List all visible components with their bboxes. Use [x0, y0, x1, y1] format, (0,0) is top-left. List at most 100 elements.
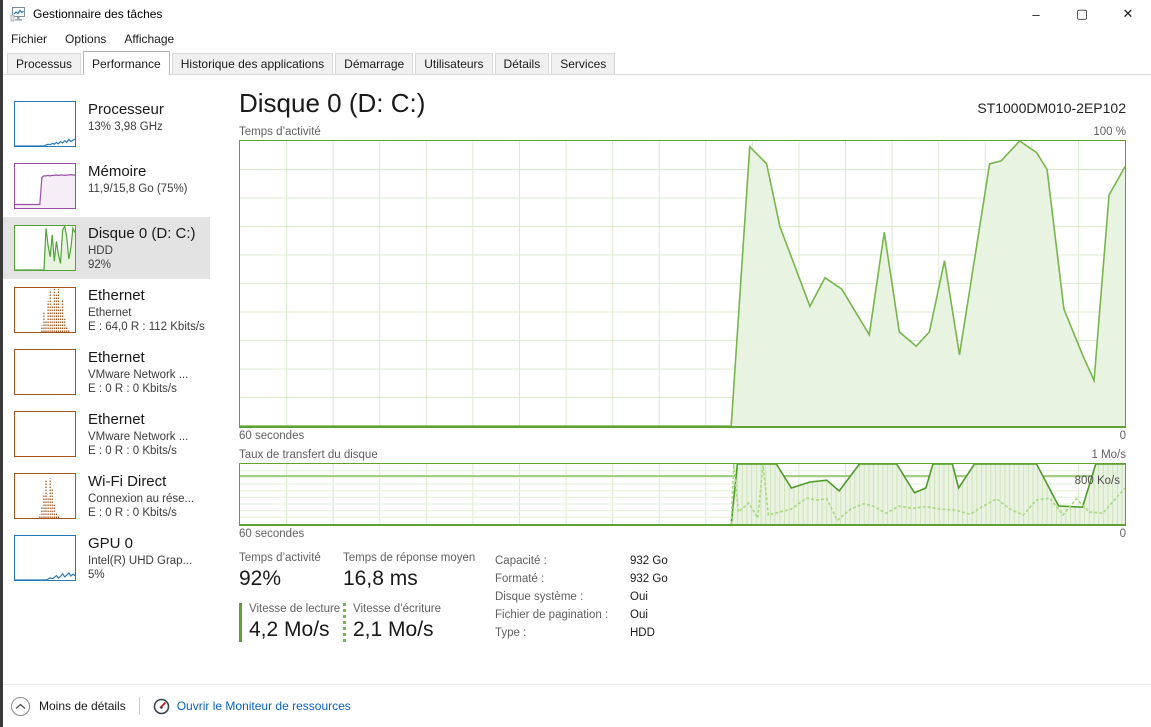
sidebar-item-title: Wi-Fi Direct: [88, 473, 194, 492]
sidebar-item-subtext: 13% 3,98 GHz: [88, 120, 164, 134]
maximize-button[interactable]: ▢: [1059, 0, 1105, 28]
transfer-rate-chart[interactable]: 800 Ko/s: [239, 463, 1126, 526]
mini-chart-icon: [14, 163, 76, 209]
chart2-label: Taux de transfert du disque: [239, 449, 378, 461]
ref-line-label: 800 Ko/s: [1075, 475, 1120, 487]
sidebar-item-subtext: 5%: [88, 568, 192, 582]
sidebar-item-processeur[interactable]: Processeur13% 3,98 GHz: [0, 93, 210, 155]
tab-services[interactable]: Services: [551, 53, 615, 74]
stat-write-label: Vitesse d’écriture: [353, 603, 495, 615]
sidebar-item-text: Processeur13% 3,98 GHz: [88, 101, 164, 134]
sidebar-item-title: Mémoire: [88, 163, 188, 182]
performance-sidebar: Processeur13% 3,98 GHz Mémoire11,9/15,8 G…: [0, 75, 210, 684]
tab-historique[interactable]: Historique des applications: [172, 53, 333, 74]
detail-label: Disque système :: [495, 588, 630, 606]
open-resource-monitor-link[interactable]: Ouvrir le Moniteur de ressources: [177, 699, 351, 713]
stat-activity-value: 92%: [239, 567, 343, 591]
sidebar-item-subtext: VMware Network ...: [88, 430, 188, 444]
chart2-x-left-label: 60 secondes: [239, 528, 304, 540]
tab-performance[interactable]: Performance: [83, 51, 170, 75]
stat-read-label: Vitesse de lecture: [249, 603, 343, 615]
detail-value: Oui: [630, 606, 648, 624]
chart2-max-label: 1 Mo/s: [1091, 449, 1126, 461]
window-title: Gestionnaire des tâches: [33, 7, 162, 21]
footer-divider: [139, 697, 140, 715]
sidebar-item-text: Mémoire11,9/15,8 Go (75%): [88, 163, 188, 196]
sidebar-item-ethernet[interactable]: EthernetVMware Network ...E : 0 R : 0 Kb…: [0, 403, 210, 465]
sidebar-item-disque-0-d-c-[interactable]: Disque 0 (D: C:)HDD92%: [0, 217, 210, 279]
sidebar-item-subtext: 92%: [88, 258, 196, 272]
chart2-x-right-label: 0: [1120, 528, 1126, 540]
sidebar-item-wi-fi-direct[interactable]: Wi-Fi DirectConnexion au rése...E : 0 R …: [0, 465, 210, 527]
sidebar-item-title: Disque 0 (D: C:): [88, 225, 196, 244]
sidebar-item-subtext: HDD: [88, 244, 196, 258]
disk-performance-panel: Disque 0 (D: C:) ST1000DM010-2EP102 Temp…: [210, 75, 1151, 684]
stat-write-value: 2,1 Mo/s: [353, 618, 495, 642]
detail-row: Type :HDD: [495, 624, 668, 642]
chart1-x-left-label: 60 secondes: [239, 430, 304, 442]
mini-chart-icon: [14, 411, 76, 457]
detail-row: Formaté :932 Go: [495, 570, 668, 588]
stat-response-label: Temps de réponse moyen: [343, 552, 495, 564]
sidebar-item-subtext: Intel(R) UHD Grap...: [88, 554, 192, 568]
mini-chart-icon: [14, 473, 76, 519]
device-model-label: ST1000DM010-2EP102: [977, 100, 1126, 116]
detail-value: 932 Go: [630, 570, 668, 588]
mini-chart-icon: [14, 225, 76, 271]
tab-utilisateurs[interactable]: Utilisateurs: [415, 53, 492, 74]
tab-processus[interactable]: Processus: [7, 53, 81, 74]
mini-chart-icon: [14, 535, 76, 581]
sidebar-item-subtext: E : 0 R : 0 Kbits/s: [88, 444, 188, 458]
sidebar-item-text: Wi-Fi DirectConnexion au rése...E : 0 R …: [88, 473, 194, 521]
tab-details[interactable]: Détails: [495, 53, 550, 74]
menubar: Fichier Options Affichage: [0, 28, 1151, 50]
disk-details-table: Capacité :932 GoFormaté :932 GoDisque sy…: [495, 552, 668, 642]
detail-row: Disque système :Oui: [495, 588, 668, 606]
chevron-up-icon: [15, 703, 26, 710]
mini-chart-icon: [14, 287, 76, 333]
sidebar-item-text: Disque 0 (D: C:)HDD92%: [88, 225, 196, 273]
stat-read-value: 4,2 Mo/s: [249, 618, 343, 642]
task-manager-app-icon: [10, 6, 26, 22]
sidebar-item-text: EthernetVMware Network ...E : 0 R : 0 Kb…: [88, 411, 188, 459]
sidebar-item-ethernet[interactable]: EthernetEthernetE : 64,0 R : 112 Kbits/s: [0, 279, 210, 341]
sidebar-item-subtext: 11,9/15,8 Go (75%): [88, 182, 188, 196]
menu-affichage[interactable]: Affichage: [115, 30, 183, 48]
collapse-details-button[interactable]: [11, 697, 30, 716]
activity-chart[interactable]: [239, 140, 1126, 428]
detail-label: Formaté :: [495, 570, 630, 588]
sidebar-item-text: EthernetVMware Network ...E : 0 R : 0 Kb…: [88, 349, 188, 397]
sidebar-item-subtext: Ethernet: [88, 306, 205, 320]
detail-row: Capacité :932 Go: [495, 552, 668, 570]
detail-row: Fichier de pagination :Oui: [495, 606, 668, 624]
menu-options[interactable]: Options: [56, 30, 115, 48]
detail-label: Type :: [495, 624, 630, 642]
less-details-label[interactable]: Moins de détails: [39, 699, 126, 713]
close-button[interactable]: ✕: [1105, 0, 1151, 28]
sidebar-item-gpu-0[interactable]: GPU 0Intel(R) UHD Grap...5%: [0, 527, 210, 589]
chart1-max-label: 100 %: [1093, 126, 1126, 138]
chart1-x-right-label: 0: [1120, 430, 1126, 442]
mini-chart-icon: [14, 101, 76, 147]
sidebar-item-subtext: E : 64,0 R : 112 Kbits/s: [88, 320, 205, 334]
sidebar-item-title: Ethernet: [88, 287, 205, 306]
stat-read-speed: Vitesse de lecture 4,2 Mo/s: [239, 603, 343, 643]
sidebar-item-subtext: Connexion au rése...: [88, 492, 194, 506]
sidebar-item-subtext: E : 0 R : 0 Kbits/s: [88, 382, 188, 396]
tabstrip: Processus Performance Historique des app…: [0, 50, 1151, 75]
stat-activity: Temps d’activité 92%: [239, 552, 343, 592]
detail-value: 932 Go: [630, 552, 668, 570]
tab-demarrage[interactable]: Démarrage: [335, 53, 413, 74]
minimize-button[interactable]: –: [1013, 0, 1059, 28]
titlebar: Gestionnaire des tâches – ▢ ✕: [0, 0, 1151, 28]
stat-response: Temps de réponse moyen 16,8 ms: [343, 552, 495, 592]
sidebar-item-text: EthernetEthernetE : 64,0 R : 112 Kbits/s: [88, 287, 205, 335]
stat-activity-label: Temps d’activité: [239, 552, 343, 564]
sidebar-item-title: GPU 0: [88, 535, 192, 554]
sidebar-item-m-moire[interactable]: Mémoire11,9/15,8 Go (75%): [0, 155, 210, 217]
background-window-edge: [0, 0, 3, 727]
menu-fichier[interactable]: Fichier: [2, 30, 56, 48]
detail-label: Capacité :: [495, 552, 630, 570]
footer-bar: Moins de détails Ouvrir le Moniteur de r…: [0, 684, 1151, 727]
sidebar-item-ethernet[interactable]: EthernetVMware Network ...E : 0 R : 0 Kb…: [0, 341, 210, 403]
